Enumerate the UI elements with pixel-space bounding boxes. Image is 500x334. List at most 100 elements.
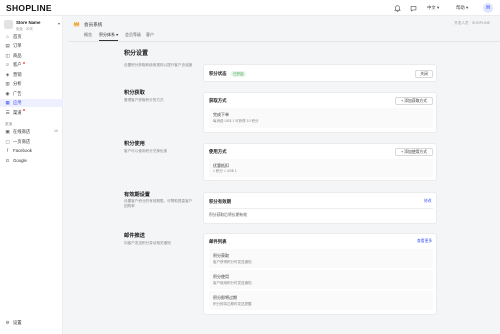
email-item-desc: 客户获得积分时发送通知 xyxy=(213,259,252,264)
gear-icon: ⚙ xyxy=(5,319,10,325)
expiry-section-desc: 设置客户积分的有效期限，可帮助提高客户回购率 xyxy=(124,199,193,208)
tab-4[interactable]: 客户 xyxy=(146,32,154,40)
store-avatar xyxy=(4,20,13,29)
top-bar: SHOPLINE 中文 ▾ 帮助 ▾ H xyxy=(0,0,500,16)
sidebar: Store Name 免费 · 30天 ▾ ⌂ 首页 ▤ 订单 ◫ 商品 ☺ 客户 ◈ 营销 ▥ 分析… xyxy=(0,16,63,334)
sidebar-item-home[interactable]: ⌂ 首页 xyxy=(0,32,63,40)
analytics-icon: ▥ xyxy=(5,81,10,86)
status-badge: 已开启 xyxy=(231,71,246,78)
sidebar-item-apps[interactable]: ▦ 应用 xyxy=(0,98,63,107)
crown-icon xyxy=(73,20,80,27)
tab-label: 概览 xyxy=(84,32,92,37)
page-intro: 设置积分获取和使用规则以提升客户忠诚度 xyxy=(124,63,193,67)
store-switcher[interactable]: Store Name 免费 · 30天 ▾ xyxy=(4,18,60,32)
sidebar-item-settings[interactable]: ⚙ 设置 xyxy=(0,318,63,326)
sidebar-item-label: Facebook xyxy=(13,148,32,154)
email-section-title: 邮件推送 xyxy=(124,233,145,239)
earn-card-title: 获取方式 xyxy=(209,98,227,103)
tab-label: 积分体系 xyxy=(99,32,115,37)
redeem-method-item[interactable]: 优惠抵扣 1 积分 = US$ 1 xyxy=(209,159,433,177)
sidebar-item-ads[interactable]: ◉ 广告 xyxy=(0,89,63,97)
tab-2[interactable]: 积分体系 ▾ xyxy=(99,32,119,41)
sidebar-item-label: 设置 xyxy=(13,319,22,325)
home-icon: ⌂ xyxy=(6,33,9,39)
tab-label: 客户 xyxy=(146,32,154,37)
sidebar-item-analytics[interactable]: ▥ 分析 xyxy=(0,80,63,88)
sidebar-item-products[interactable]: ◫ 商品 xyxy=(0,51,63,59)
store-plan: 免费 · 30天 xyxy=(16,26,33,31)
channel-count: 10 xyxy=(54,129,58,134)
google-icon: G xyxy=(5,157,10,163)
email-list-card: 邮件列表 查看更多 积分获取 客户获得积分时发送通知 积分使用 客户使用积分时发送通知… xyxy=(203,233,437,315)
email-item-title: 积分使用 xyxy=(213,274,229,279)
sidebar-item-label: 广告 xyxy=(13,90,22,96)
user-avatar[interactable]: H xyxy=(483,3,493,13)
sidebar-item-orders[interactable]: ▤ 订单 xyxy=(0,42,63,50)
online-store-icon: ▣ xyxy=(5,129,10,134)
redeem-item-desc: 1 积分 = US$ 1 xyxy=(213,169,237,173)
language-select[interactable]: 中文 ▾ xyxy=(427,5,439,11)
redeem-section-desc: 客户可以使用积分兑换优惠 xyxy=(124,149,168,153)
expiry-text: 积分获取后将长期有效 xyxy=(209,213,247,217)
sidebar-item-label: 首页 xyxy=(13,33,22,39)
add-earn-method-button[interactable]: + 添加获取方式 xyxy=(395,97,433,105)
tab-1[interactable]: 概览 xyxy=(84,32,92,40)
email-item-title: 积分即将过期 xyxy=(213,295,237,300)
sidebar-item-label: 订单 xyxy=(13,43,22,49)
sidebar-item-label: 应用 xyxy=(13,100,22,106)
chat-icon[interactable] xyxy=(409,4,417,12)
redeem-section-title: 积分使用 xyxy=(124,141,145,147)
email-section-desc: 向客户发送积分变动相关通知 xyxy=(124,241,171,245)
expiry-card: 积分有效期 修改 积分获取后将长期有效 xyxy=(203,192,437,224)
channels-section-label: 渠道 xyxy=(5,121,13,126)
email-list-item[interactable]: 积分获取 客户获得积分时发送通知 xyxy=(209,249,433,268)
add-redeem-method-button[interactable]: + 添加使用方式 xyxy=(395,148,433,156)
earn-section-title: 积分获取 xyxy=(124,90,145,96)
products-icon: ◫ xyxy=(5,52,10,58)
apps-icon: ▦ xyxy=(5,100,10,105)
earn-section-desc: 管理客户获取积分的方式 xyxy=(124,98,164,102)
email-item-desc: 积分即将过期时发送提醒 xyxy=(213,301,252,306)
help-menu[interactable]: 帮助 ▾ xyxy=(456,5,468,11)
chevron-down-icon: ▾ xyxy=(115,32,119,37)
view-more-link[interactable]: 查看更多 xyxy=(417,239,432,244)
email-card-title: 邮件列表 xyxy=(209,239,227,244)
expiry-card-title: 积分有效期 xyxy=(209,199,231,204)
sidebar-item-label: 商品 xyxy=(13,52,22,58)
earn-item-desc: 每消费 US$ 1 可获得 10 积分 xyxy=(213,119,259,123)
earn-methods-card: 获取方式 + 添加获取方式 完成下单 每消费 US$ 1 可获得 10 积分 xyxy=(203,92,437,133)
channels-icon: ☰ xyxy=(5,109,10,115)
bell-icon[interactable] xyxy=(393,4,401,12)
points-status-card: 积分状态 已开启 关闭 xyxy=(203,64,437,82)
redeem-methods-card: 使用方式 + 添加使用方式 优惠抵扣 1 积分 = US$ 1 xyxy=(203,143,437,181)
ads-icon: ◉ xyxy=(5,90,10,96)
expiry-section-title: 有效期设置 xyxy=(124,192,150,198)
disable-points-button[interactable]: 关闭 xyxy=(415,70,433,78)
earn-item-title: 完成下单 xyxy=(213,112,229,117)
points-status-title: 积分状态 xyxy=(209,71,227,76)
tab-3[interactable]: 会员等级 xyxy=(125,32,141,40)
sidebar-item-label: 分析 xyxy=(13,81,22,87)
sidebar-item-label: 营销 xyxy=(13,71,22,77)
sidebar-item-customers[interactable]: ☺ 客户 xyxy=(0,61,63,69)
earn-method-item[interactable]: 完成下单 每消费 US$ 1 可获得 10 积分 xyxy=(209,108,433,128)
email-item-desc: 客户使用积分时发送通知 xyxy=(213,280,252,285)
edit-expiry-link[interactable]: 修改 xyxy=(424,199,432,204)
page-title: 积分设置 xyxy=(124,51,149,57)
email-list-item[interactable]: 积分使用 客户使用积分时发送通知 xyxy=(209,270,433,289)
sidebar-channel-google[interactable]: G Google xyxy=(0,156,63,164)
sidebar-item-label: 客户 xyxy=(13,62,22,68)
marketing-icon: ◈ xyxy=(5,71,10,77)
sidebar-channel-online-store[interactable]: ▣ 在线商店 10 xyxy=(0,128,63,136)
sidebar-item-marketing[interactable]: ◈ 营销 xyxy=(0,70,63,78)
facebook-icon: f xyxy=(6,148,9,153)
store-name: Store Name xyxy=(16,19,41,25)
sidebar-item-channels[interactable]: ☰ 渠道 xyxy=(0,108,63,116)
sidebar-channel-pos[interactable]: ▢ 一页商店 xyxy=(0,137,63,145)
shopline-logo[interactable]: SHOPLINE xyxy=(6,3,52,13)
customers-icon: ☺ xyxy=(5,62,10,67)
sidebar-channel-facebook[interactable]: f Facebook xyxy=(0,147,63,155)
developer-info: 开发人员 · SHOPLINE xyxy=(454,21,490,25)
email-list-item[interactable]: 积分即将过期 积分即将过期时发送提醒 xyxy=(209,291,433,310)
orders-icon: ▤ xyxy=(5,43,10,48)
